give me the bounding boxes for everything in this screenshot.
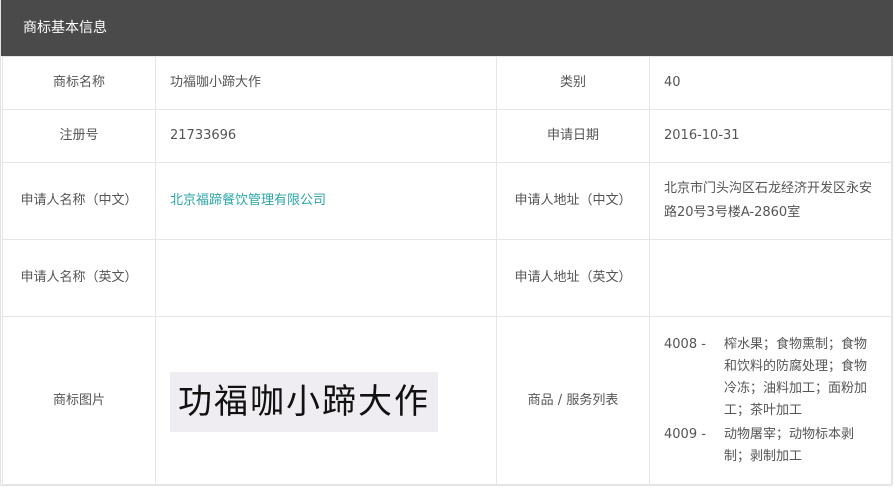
- trademark-image: 功福咖小蹄大作: [170, 371, 438, 432]
- applicant-address-cn-label: 申请人地址（中文）: [496, 162, 650, 240]
- class-label: 类别: [496, 56, 650, 110]
- trademark-image-label: 商标图片: [2, 316, 156, 485]
- applicant-name-cn-cell: 北京福蹄餐饮管理有限公司: [155, 162, 497, 240]
- trademark-name-label: 商标名称: [2, 56, 156, 110]
- registration-number-label: 注册号: [2, 109, 156, 163]
- application-date-label: 申请日期: [496, 109, 650, 163]
- goods-services-list: 4008 - 榨水果；食物熏制；食物和饮料的防腐处理；食物冷冻；油料加工；面粉加…: [649, 316, 893, 485]
- table-row-image: 商标图片 功福咖小蹄大作 商品 / 服务列表 4008 - 榨水果；食物熏制；食…: [2, 316, 893, 485]
- trademark-name-value: 功福咖小蹄大作: [155, 56, 497, 110]
- goods-description: 动物屠宰；动物标本剥制；剥制加工: [724, 426, 855, 464]
- panel-header: 商标基本信息: [1, 0, 893, 56]
- trademark-image-cell: 功福咖小蹄大作: [155, 316, 497, 485]
- goods-code: 4009 -: [664, 426, 706, 442]
- applicant-name-cn-label: 申请人名称（中文）: [2, 162, 156, 240]
- goods-item: 4009 - 动物屠宰；动物标本剥制；剥制加工: [664, 424, 878, 468]
- trademark-info-panel: 商标基本信息 商标名称 功福咖小蹄大作 类别 40 注册号 21733696 申…: [0, 0, 893, 486]
- table-row-name: 商标名称 功福咖小蹄大作 类别 40: [2, 56, 893, 110]
- table-row-applicant-cn: 申请人名称（中文） 北京福蹄餐饮管理有限公司 申请人地址（中文） 北京市门头沟区…: [2, 162, 893, 240]
- table-row-registration: 注册号 21733696 申请日期 2016-10-31: [2, 109, 893, 163]
- application-date-value: 2016-10-31: [649, 109, 893, 163]
- trademark-info-table: 商标名称 功福咖小蹄大作 类别 40 注册号 21733696 申请日期 201…: [2, 56, 893, 485]
- goods-code: 4008 -: [664, 336, 706, 352]
- applicant-address-cn-value: 北京市门头沟区石龙经济开发区永安路20号3号楼A-2860室: [649, 162, 893, 240]
- applicant-name-en-value: [155, 239, 497, 317]
- goods-item: 4008 - 榨水果；食物熏制；食物和饮料的防腐处理；食物冷冻；油料加工；面粉加…: [664, 334, 878, 422]
- goods-services-label: 商品 / 服务列表: [496, 316, 650, 485]
- goods-description: 榨水果；食物熏制；食物和饮料的防腐处理；食物冷冻；油料加工；面粉加工；茶叶加工: [724, 336, 868, 418]
- class-value: 40: [649, 56, 893, 110]
- applicant-name-en-label: 申请人名称（英文）: [2, 239, 156, 317]
- applicant-name-cn-link[interactable]: 北京福蹄餐饮管理有限公司: [170, 193, 326, 208]
- table-row-applicant-en: 申请人名称（英文） 申请人地址（英文）: [2, 239, 893, 317]
- applicant-address-en-label: 申请人地址（英文）: [496, 239, 650, 317]
- registration-number-value: 21733696: [155, 109, 497, 163]
- applicant-address-en-value: [649, 239, 893, 317]
